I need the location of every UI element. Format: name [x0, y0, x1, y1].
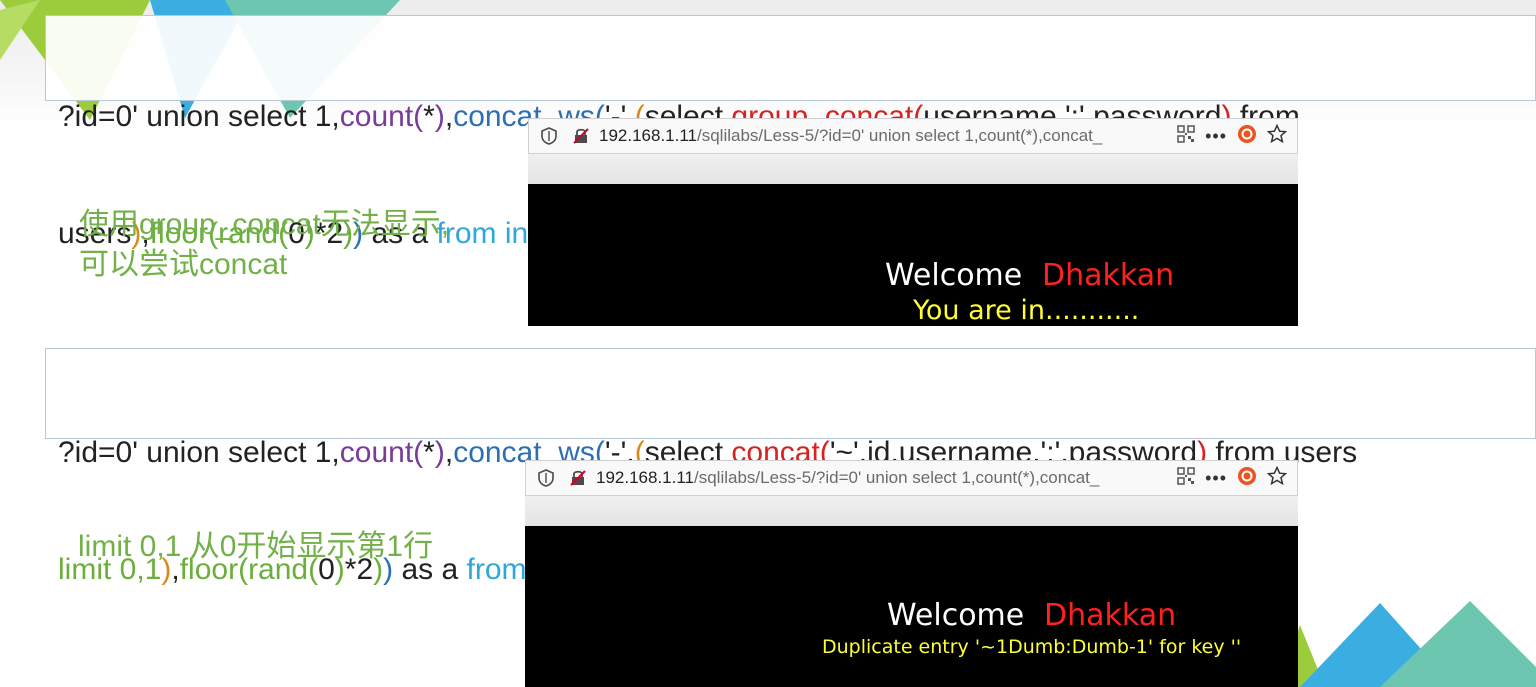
status-message: You are in...........	[913, 295, 1140, 326]
code-token: count(	[339, 436, 424, 469]
url-bar[interactable]: 192.168.1.11 /sqlilabs/Less-5/?id=0' uni…	[528, 118, 1298, 154]
more-icon[interactable]: •••	[1205, 468, 1227, 489]
pocket-icon[interactable]	[1237, 124, 1257, 149]
insecure-lock-icon[interactable]	[569, 124, 593, 148]
url-path: /sqlilabs/Less-5/?id=0' union select 1,c…	[694, 468, 1100, 487]
welcome-text: Welcome	[887, 598, 1025, 633]
code-token: count(	[339, 100, 424, 133]
query-box-concat-limit: ?id=0' union select 1,count(*),concat_ws…	[45, 348, 1536, 586]
browser-screenshot-1: 192.168.1.11 /sqlilabs/Less-5/?id=0' uni…	[528, 118, 1298, 326]
url-bar[interactable]: 192.168.1.11 /sqlilabs/Less-5/?id=0' uni…	[525, 460, 1298, 496]
page-header-strip	[525, 496, 1298, 526]
bookmark-star-icon[interactable]	[1266, 465, 1288, 491]
code-token: ?id=0' union select 1,	[58, 436, 340, 469]
pocket-icon[interactable]	[1237, 466, 1257, 491]
note-group-concat: 使用group_concat无法显示, 可以尝试concat	[79, 205, 449, 285]
note1-line1: 使用group_concat无法显示,	[79, 208, 450, 241]
query-box-group-concat: ?id=0' union select 1,count(*),concat_ws…	[45, 15, 1536, 250]
browser-screenshot-2: 192.168.1.11 /sqlilabs/Less-5/?id=0' uni…	[525, 460, 1298, 687]
qr-code-icon[interactable]	[1177, 124, 1195, 148]
more-icon[interactable]: •••	[1205, 126, 1227, 147]
url-host: 192.168.1.11	[596, 468, 694, 487]
dhakkan-text: Dhakkan	[1042, 258, 1175, 293]
code-token: ,	[444, 436, 454, 469]
dhakkan-text: Dhakkan	[1044, 598, 1177, 633]
note-limit: limit 0,1 从0开始显示第1行	[78, 527, 433, 567]
page-header-strip	[528, 154, 1298, 184]
note2-line1: limit 0,1 从0开始显示第1行	[78, 530, 434, 563]
shield-icon[interactable]	[537, 124, 561, 148]
code-token: ,	[444, 100, 454, 133]
bookmark-star-icon[interactable]	[1266, 123, 1288, 149]
code-token: )	[434, 100, 445, 133]
insecure-lock-icon[interactable]	[566, 466, 590, 490]
code-token: ?id=0' union select 1,	[58, 100, 340, 133]
code-token: )	[434, 436, 445, 469]
error-message: Duplicate entry '~1Dumb:Dumb-1' for key …	[822, 636, 1242, 658]
note1-line2: 可以尝试concat	[79, 248, 288, 281]
url-path: /sqlilabs/Less-5/?id=0' union select 1,c…	[697, 126, 1103, 145]
qr-code-icon[interactable]	[1177, 466, 1195, 490]
url-host: 192.168.1.11	[599, 126, 697, 145]
welcome-text: Welcome	[885, 258, 1023, 293]
code-token: *	[423, 436, 435, 469]
shield-icon[interactable]	[534, 466, 558, 490]
code-token: *	[423, 100, 435, 133]
